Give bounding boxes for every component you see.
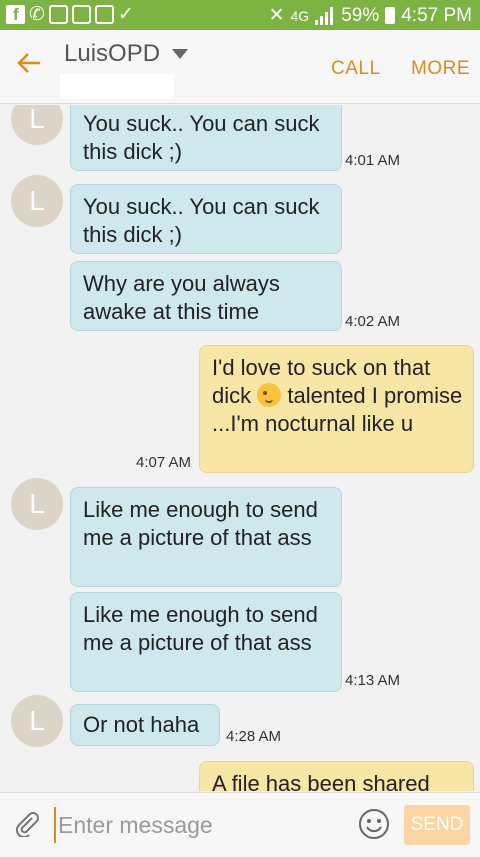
conversation-header: LuisOPD CALL MORE (0, 30, 480, 104)
phone-icon: ✆ (29, 4, 45, 25)
contact-avatar[interactable]: L (11, 695, 63, 747)
battery-icon (385, 7, 396, 24)
status-bar: ✆ ✓ ✕ 4G 59% 4:57 PM (0, 0, 480, 30)
notification-icons: ✆ ✓ (6, 4, 134, 25)
incoming-message[interactable]: Or not haha (70, 704, 220, 746)
chevron-down-icon (172, 49, 189, 59)
clock: 4:57 PM (401, 4, 472, 26)
contact-name: LuisOPD (64, 40, 161, 67)
paperclip-icon (15, 812, 39, 839)
message-time: 4:01 AM (345, 152, 401, 169)
contact-avatar[interactable]: L (11, 175, 63, 227)
message-time: 4:02 AM (345, 313, 401, 330)
message-input[interactable] (54, 807, 344, 843)
instagram-icon (71, 5, 91, 24)
attach-button[interactable] (14, 811, 40, 839)
message-time: 4:28 AM (226, 728, 282, 745)
outgoing-message[interactable]: I'd love to suck on that dick talented I… (199, 345, 474, 473)
incoming-message[interactable]: You suck.. You can suck this dick ;) (70, 184, 342, 254)
mute-icon: ✕ (268, 5, 285, 26)
system-indicators: ✕ 4G 59% 4:57 PM (269, 4, 472, 27)
gallery-icon (48, 5, 68, 24)
incoming-message[interactable]: Why are you always awake at this time (70, 261, 342, 331)
send-button[interactable]: SEND (404, 805, 470, 845)
phone-missed-icon: ✓ (117, 4, 134, 25)
winking-face-icon (257, 383, 282, 407)
smiley-icon (359, 809, 389, 839)
contact-avatar[interactable]: L (11, 478, 63, 530)
instagram-icon-2 (94, 5, 114, 24)
message-list[interactable]: L You suck.. You can suck this dick ;) 4… (0, 105, 480, 791)
facebook-icon (6, 5, 25, 25)
message-time: 4:13 AM (345, 672, 401, 689)
message-time: 4:07 AM (136, 454, 192, 471)
back-button[interactable] (16, 50, 42, 82)
arrow-left-icon (17, 53, 40, 73)
outgoing-message[interactable]: A file has been shared (199, 761, 474, 791)
incoming-message[interactable]: Like me enough to send me a picture of t… (70, 487, 342, 587)
contact-title[interactable]: LuisOPD (64, 40, 189, 68)
signal-icon (315, 6, 335, 25)
incoming-message[interactable]: Like me enough to send me a picture of t… (70, 592, 342, 692)
contact-avatar[interactable]: L (11, 105, 63, 145)
battery-percent: 59% (341, 4, 380, 26)
composer-bar: SEND (0, 792, 480, 857)
emoji-button[interactable] (358, 808, 390, 840)
redacted-number (60, 74, 174, 98)
incoming-message[interactable]: You suck.. You can suck this dick ;) (70, 105, 342, 171)
network-label: 4G (290, 7, 310, 24)
call-button[interactable]: CALL (331, 58, 381, 80)
more-button[interactable]: MORE (411, 58, 470, 80)
